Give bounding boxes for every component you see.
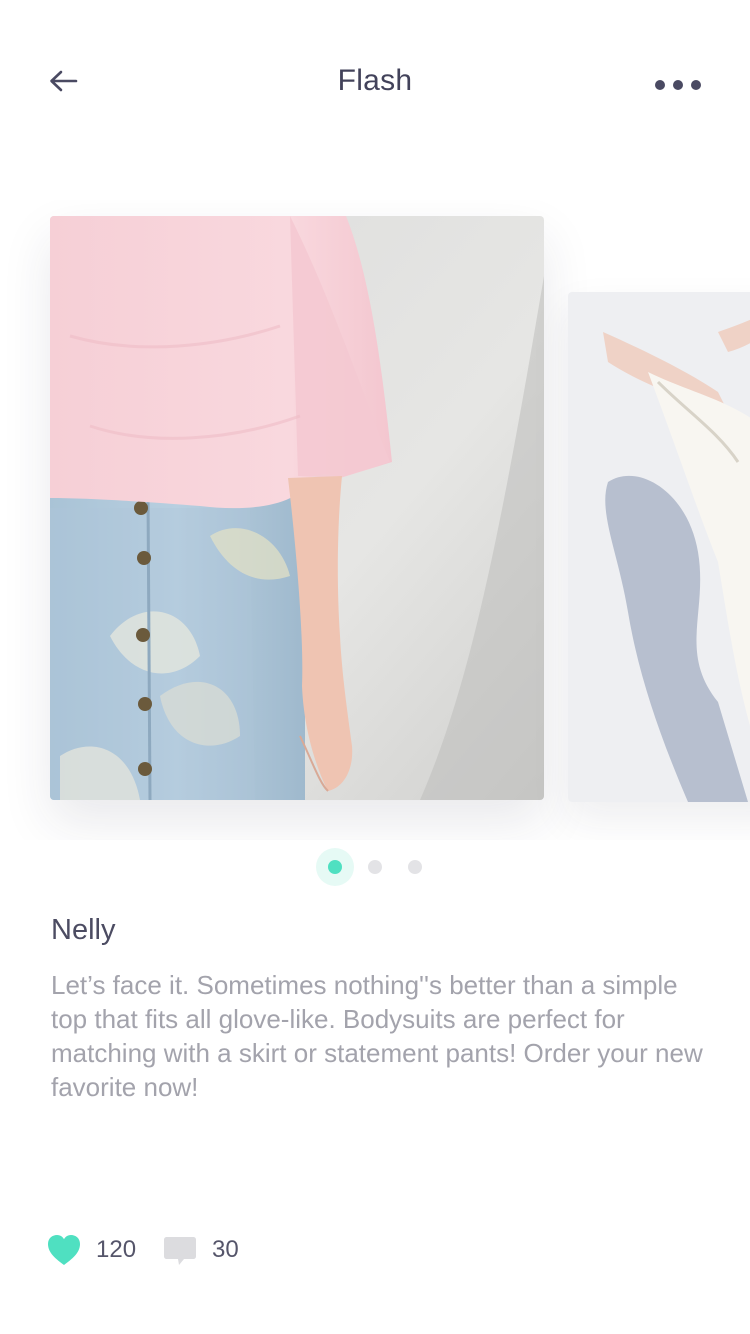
comment-icon (164, 1237, 196, 1265)
carousel-pagination (316, 848, 436, 886)
like-count: 120 (96, 1236, 137, 1263)
post-description: Let’s face it. Sometimes nothing''s bett… (51, 970, 703, 1102)
like-button[interactable]: 120 (46, 1230, 136, 1270)
carousel-slide-active[interactable] (50, 216, 544, 800)
photo-carousel[interactable] (0, 200, 750, 840)
next-product-photo (568, 292, 750, 802)
heart-icon (48, 1235, 80, 1265)
more-horizontal-icon (655, 80, 701, 90)
more-button[interactable] (652, 74, 704, 96)
header: Flash (0, 0, 750, 170)
pagination-dot-2[interactable] (368, 860, 382, 874)
pagination-dot-1[interactable] (328, 860, 342, 874)
comment-button[interactable]: 30 (162, 1230, 239, 1270)
author-name: Nelly (51, 914, 116, 946)
page-title: Flash (337, 64, 413, 97)
post-stats: 120 30 (46, 1230, 446, 1270)
pagination-dot-3[interactable] (408, 860, 422, 874)
product-photo (50, 216, 544, 800)
carousel-slide-next[interactable] (568, 292, 750, 802)
comment-count: 30 (212, 1236, 239, 1263)
